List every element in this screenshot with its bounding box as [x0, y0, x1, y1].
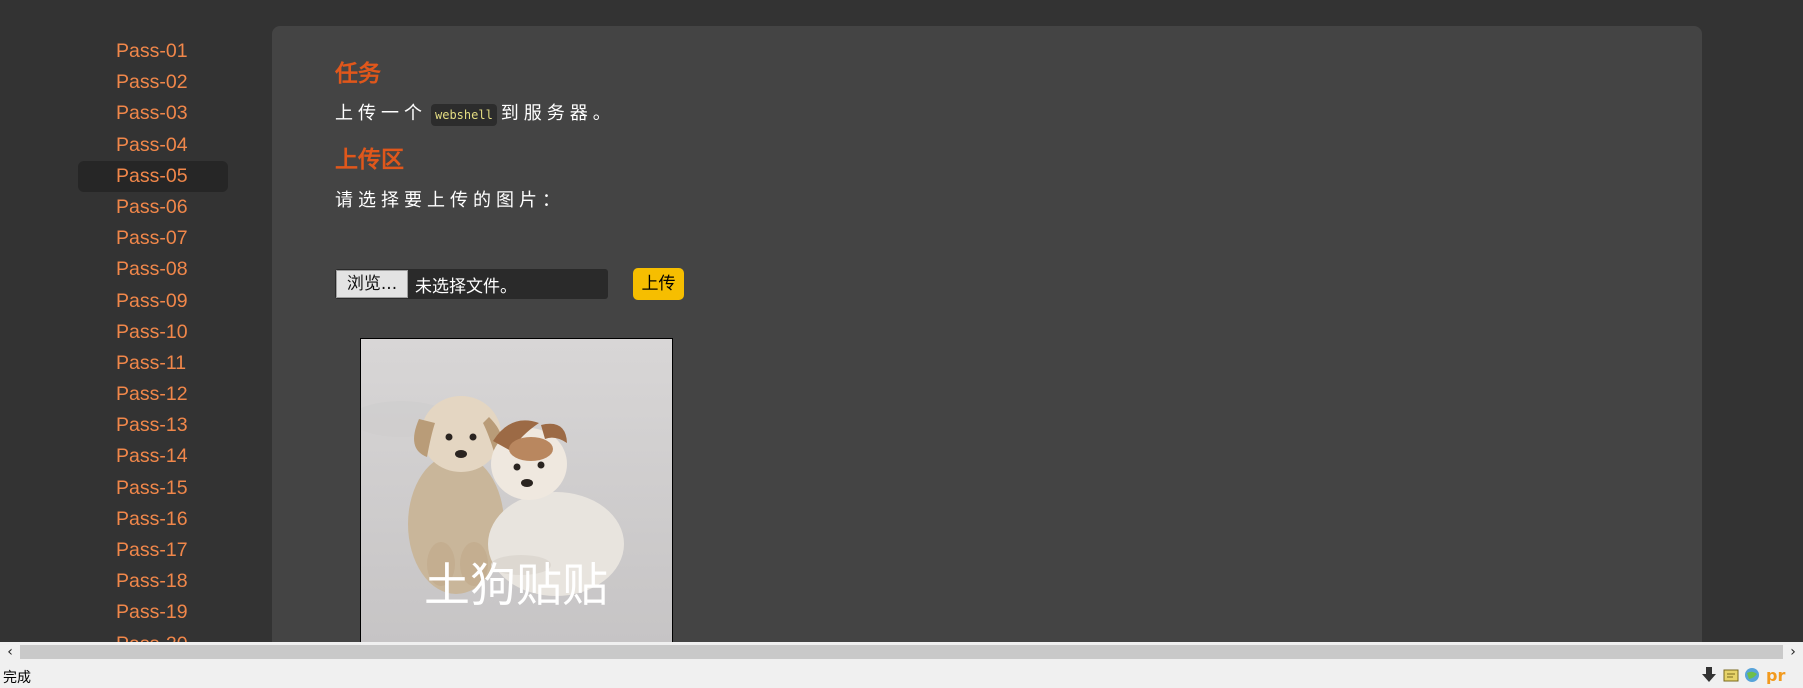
- horizontal-scrollbar[interactable]: ‹ ›: [0, 642, 1803, 662]
- upload-button[interactable]: 上传: [633, 268, 684, 300]
- file-status: 未选择文件。: [415, 276, 517, 297]
- scroll-right-icon[interactable]: ›: [1783, 642, 1803, 662]
- puppies-image: 土狗贴贴: [361, 339, 672, 642]
- pass-list: Pass-01 Pass-02 Pass-03 Pass-04 Pass-05 Pass-…: [78, 36, 228, 642]
- sidebar-item-pass-08[interactable]: Pass-08: [78, 254, 228, 285]
- task-heading: 任务: [335, 60, 381, 86]
- sidebar-item-pass-04[interactable]: Pass-04: [78, 130, 228, 161]
- browse-button[interactable]: 浏览...: [336, 270, 408, 298]
- sidebar-item-pass-14[interactable]: Pass-14: [78, 441, 228, 472]
- status-text: 完成: [3, 670, 31, 686]
- sidebar-item-pass-06[interactable]: Pass-06: [78, 192, 228, 223]
- sidebar-item-pass-07[interactable]: Pass-07: [78, 223, 228, 254]
- svg-text:pr: pr: [1766, 666, 1785, 684]
- upload-prompt: 请选择要上传的图片：: [335, 190, 565, 211]
- sidebar-item-pass-13[interactable]: Pass-13: [78, 410, 228, 441]
- sidebar-item-pass-19[interactable]: Pass-19: [78, 597, 228, 628]
- sidebar-item-pass-09[interactable]: Pass-09: [78, 286, 228, 317]
- sidebar-item-pass-02[interactable]: Pass-02: [78, 67, 228, 98]
- sidebar-item-pass-05[interactable]: Pass-05: [78, 160, 228, 192]
- sidebar-item-pass-20[interactable]: Pass-20: [78, 629, 228, 642]
- sidebar-item-pass-16[interactable]: Pass-16: [78, 504, 228, 535]
- sidebar-item-pass-15[interactable]: Pass-15: [78, 473, 228, 504]
- task-suffix: 到服务器。: [500, 103, 616, 124]
- scroll-thumb[interactable]: [20, 645, 1783, 659]
- task-description: 上传一个 webshell 到服务器。: [335, 99, 616, 126]
- sidebar-item-pass-10[interactable]: Pass-10: [78, 317, 228, 348]
- sidebar-item-pass-12[interactable]: Pass-12: [78, 379, 228, 410]
- note-icon[interactable]: [1722, 666, 1740, 684]
- file-input[interactable]: 浏览... 未选择文件。: [335, 269, 608, 299]
- main-panel: 任务 上传一个 webshell 到服务器。 上传区 请选择要上传的图片： 浏览..…: [272, 26, 1702, 642]
- upload-heading: 上传区: [335, 146, 404, 172]
- page-viewport: Pass-01 Pass-02 Pass-03 Pass-04 Pass-05 Pass-…: [0, 0, 1803, 642]
- sidebar-item-pass-18[interactable]: Pass-18: [78, 566, 228, 597]
- sidebar-item-pass-11[interactable]: Pass-11: [78, 348, 228, 379]
- sidebar-item-pass-03[interactable]: Pass-03: [78, 98, 228, 129]
- uploaded-image: 土狗贴贴: [360, 338, 673, 642]
- sidebar-nav: Pass-01 Pass-02 Pass-03 Pass-04 Pass-05 Pass-…: [0, 0, 272, 642]
- scroll-left-icon[interactable]: ‹: [0, 642, 20, 662]
- globe-icon[interactable]: [1743, 666, 1761, 684]
- webshell-code: webshell: [431, 104, 497, 126]
- sidebar-item-pass-17[interactable]: Pass-17: [78, 535, 228, 566]
- download-icon[interactable]: [1700, 666, 1718, 684]
- status-bar: 完成 pr: [0, 662, 1803, 688]
- sidebar-item-pass-01[interactable]: Pass-01: [78, 36, 228, 67]
- image-caption: 土狗贴贴: [424, 558, 608, 612]
- plugin-icon[interactable]: pr: [1765, 666, 1789, 684]
- task-prefix: 上传一个: [335, 103, 427, 124]
